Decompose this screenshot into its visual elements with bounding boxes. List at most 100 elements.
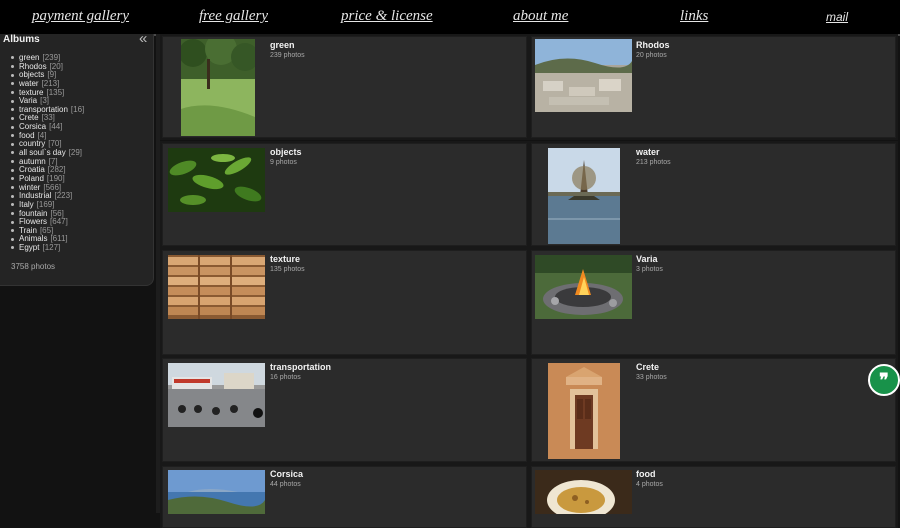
- album-card-transportation[interactable]: transportation 16 photos: [162, 358, 527, 462]
- album-count: 9 photos: [270, 159, 297, 166]
- album-link[interactable]: Animals: [19, 234, 47, 244]
- album-link[interactable]: objects: [19, 70, 44, 79]
- album-link[interactable]: fountain: [19, 209, 47, 218]
- album-count: [33]: [41, 113, 55, 123]
- album-count: [127]: [42, 243, 61, 253]
- album-link[interactable]: Flowers: [19, 217, 47, 226]
- planks-photo-icon: [168, 255, 265, 319]
- album-link[interactable]: food: [19, 131, 35, 140]
- album-count: [29]: [68, 148, 83, 158]
- album-card-corsica[interactable]: Corsica 44 photos: [162, 466, 527, 528]
- album-link[interactable]: transportation: [19, 105, 68, 114]
- bullet-icon: [11, 116, 14, 120]
- album-link[interactable]: Train: [19, 226, 37, 235]
- album-count: [223]: [54, 191, 73, 201]
- bullet-icon: [11, 160, 14, 164]
- bullet-icon: [11, 73, 14, 77]
- bullet-icon: [11, 151, 14, 155]
- album-name: Crete: [636, 362, 660, 372]
- album-link[interactable]: Egypt: [19, 243, 39, 252]
- album-card-green[interactable]: green 239 photos: [162, 36, 527, 138]
- album-grid: green 239 photos Rhodos 20 photos object…: [160, 36, 900, 528]
- nav-payment-gallery-link[interactable]: payment gallery: [32, 8, 129, 25]
- album-count: [282]: [47, 165, 66, 175]
- nav-mail-link[interactable]: mail: [826, 10, 848, 24]
- bullet-icon: [11, 56, 14, 60]
- bullet-icon: [11, 237, 14, 241]
- album-count: [169]: [36, 199, 55, 209]
- meadow-photo-icon: [181, 39, 255, 136]
- album-count: [4]: [37, 130, 47, 140]
- album-count: [44]: [49, 122, 63, 132]
- bullet-icon: [11, 99, 14, 103]
- album-card-texture[interactable]: texture 135 photos: [162, 250, 527, 355]
- bullet-icon: [11, 220, 14, 224]
- bullet-icon: [11, 108, 14, 112]
- leaves-photo-icon: [168, 148, 265, 212]
- album-count: 135 photos: [270, 266, 305, 273]
- album-count: 3 photos: [636, 266, 663, 273]
- album-count: [647]: [50, 217, 68, 227]
- quote-icon[interactable]: ❞: [868, 364, 900, 396]
- album-count: [3]: [40, 96, 49, 106]
- album-name: water: [636, 147, 660, 157]
- album-card-varia[interactable]: Varia 3 photos: [531, 250, 896, 355]
- album-count: [190]: [46, 173, 65, 183]
- album-count: 20 photos: [636, 52, 667, 59]
- album-link[interactable]: Croatia: [19, 165, 45, 175]
- album-count: [135]: [46, 87, 65, 97]
- soup-photo-icon: [535, 470, 632, 514]
- album-link[interactable]: Crete: [19, 113, 39, 123]
- door-photo-icon: [548, 363, 620, 459]
- album-card-crete[interactable]: Crete 33 photos: [531, 358, 896, 462]
- album-link[interactable]: Italy: [19, 200, 34, 209]
- bullet-icon: [11, 168, 14, 172]
- album-count: [70]: [48, 139, 62, 149]
- nav-free-gallery-link[interactable]: free gallery: [199, 8, 268, 25]
- album-link[interactable]: autumn: [19, 157, 46, 166]
- sidebar-album-item[interactable]: Egypt [127]: [11, 243, 84, 253]
- album-count: [56]: [50, 208, 64, 218]
- album-link[interactable]: all soul`s day: [19, 148, 66, 157]
- total-photos: 3758 photos: [11, 262, 56, 271]
- bullet-icon: [11, 134, 14, 138]
- collapse-sidebar-icon[interactable]: «: [139, 31, 147, 47]
- bullet-icon: [11, 90, 14, 94]
- album-card-food[interactable]: food 4 photos: [531, 466, 896, 528]
- bullet-icon: [11, 177, 14, 181]
- bullet-icon: [11, 65, 14, 69]
- ruins-photo-icon: [535, 39, 632, 112]
- album-count: [16]: [70, 104, 85, 114]
- album-name: transportation: [270, 362, 332, 372]
- album-link[interactable]: country: [19, 139, 45, 149]
- bullet-icon: [11, 142, 14, 146]
- album-count: 33 photos: [636, 374, 667, 381]
- album-link[interactable]: Varia: [19, 96, 37, 105]
- campfire-photo-icon: [535, 255, 632, 319]
- album-link[interactable]: Industrial: [19, 191, 51, 200]
- bullet-icon: [11, 125, 14, 129]
- album-link[interactable]: water: [19, 79, 39, 88]
- album-link[interactable]: Poland: [19, 174, 44, 183]
- nav-price-license-link[interactable]: price & license: [341, 8, 433, 25]
- albums-sidebar: Albums « green [239] Rhodos [20] objects [9] w…: [0, 31, 154, 286]
- album-count: [7]: [48, 156, 58, 166]
- album-link[interactable]: Rhodos: [19, 62, 47, 71]
- album-count: [65]: [39, 225, 54, 235]
- album-link[interactable]: Corsica: [19, 122, 46, 131]
- album-link[interactable]: texture: [19, 88, 43, 97]
- album-link[interactable]: green: [19, 53, 39, 62]
- album-card-water[interactable]: water 213 photos: [531, 143, 896, 246]
- bullet-icon: [11, 229, 14, 233]
- album-card-objects[interactable]: objects 9 photos: [162, 143, 527, 246]
- album-count: 16 photos: [270, 374, 301, 381]
- album-link[interactable]: winter: [19, 183, 40, 192]
- album-count: [239]: [42, 53, 61, 62]
- album-card-rhodos[interactable]: Rhodos 20 photos: [531, 36, 896, 138]
- nav-links-link[interactable]: links: [680, 8, 708, 25]
- nav-about-me-link[interactable]: about me: [513, 8, 568, 25]
- album-name: food: [636, 469, 656, 479]
- bullet-icon: [11, 211, 14, 215]
- bullet-icon: [11, 194, 14, 198]
- bullet-icon: [11, 82, 14, 86]
